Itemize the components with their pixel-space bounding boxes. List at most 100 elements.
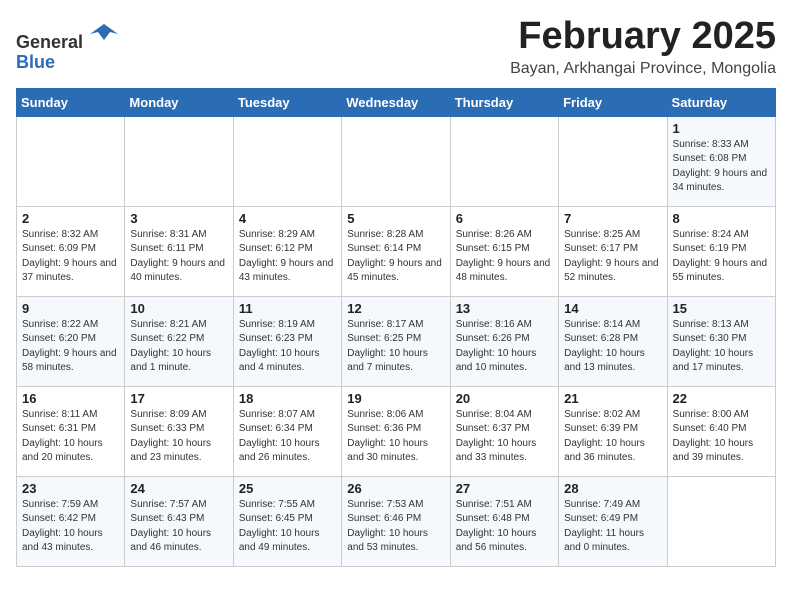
calendar-week-row: 23 Sunrise: 7:59 AM Sunset: 6:42 PM Dayli…: [17, 476, 776, 566]
day-number: 1: [673, 121, 770, 136]
day-info: Sunrise: 8:02 AM Sunset: 6:39 PM Dayligh…: [564, 408, 661, 466]
calendar-day-cell: 6Sunrise: 8:26 AM Sunset: 6:15 PM Daylig…: [450, 206, 558, 296]
calendar-day-cell: 16 Sunrise: 8:11 AM Sunset: 6:31 PM Dayli…: [17, 386, 125, 476]
calendar-day-cell: 27 Sunrise: 7:51 AM Sunset: 6:48 PM Dayli…: [450, 476, 558, 566]
logo-blue: Blue: [16, 52, 55, 72]
calendar-day-cell: 2 Sunrise: 8:32 AM Sunset: 6:09 PM Daylig…: [17, 206, 125, 296]
page-header: General Blue February 2025 Bayan, Arkhan…: [16, 16, 776, 78]
day-number: 26: [347, 481, 444, 496]
calendar-day-cell: 23 Sunrise: 7:59 AM Sunset: 6:42 PM Dayli…: [17, 476, 125, 566]
day-number: 5: [347, 211, 444, 226]
calendar-day-cell: [450, 116, 558, 206]
calendar-week-row: 16 Sunrise: 8:11 AM Sunset: 6:31 PM Dayli…: [17, 386, 776, 476]
day-info: Sunrise: 8:19 AM Sunset: 6:23 PM Dayligh…: [239, 318, 336, 376]
day-info: Sunrise: 8:00 AM Sunset: 6:40 PM Dayligh…: [673, 408, 770, 466]
calendar-day-cell: 22 Sunrise: 8:00 AM Sunset: 6:40 PM Dayli…: [667, 386, 775, 476]
calendar-week-row: 9 Sunrise: 8:22 AM Sunset: 6:20 PM Daylig…: [17, 296, 776, 386]
calendar-day-cell: 18 Sunrise: 8:07 AM Sunset: 6:34 PM Dayli…: [233, 386, 341, 476]
day-number: 10: [130, 301, 227, 316]
calendar-day-cell: [342, 116, 450, 206]
day-number: 16: [22, 391, 119, 406]
calendar-header-row: SundayMondayTuesdayWednesdayThursdayFrid…: [17, 88, 776, 116]
calendar-day-cell: 25 Sunrise: 7:55 AM Sunset: 6:45 PM Dayli…: [233, 476, 341, 566]
calendar-week-row: 2 Sunrise: 8:32 AM Sunset: 6:09 PM Daylig…: [17, 206, 776, 296]
day-number: 4: [239, 211, 336, 226]
day-info: Sunrise: 7:57 AM Sunset: 6:43 PM Dayligh…: [130, 498, 227, 556]
calendar-day-cell: 28Sunrise: 7:49 AM Sunset: 6:49 PM Dayli…: [559, 476, 667, 566]
calendar-day-cell: [667, 476, 775, 566]
calendar-header-cell: Wednesday: [342, 88, 450, 116]
day-info: Sunrise: 8:26 AM Sunset: 6:15 PM Dayligh…: [456, 228, 553, 286]
day-info: Sunrise: 8:11 AM Sunset: 6:31 PM Dayligh…: [22, 408, 119, 466]
day-info: Sunrise: 8:25 AM Sunset: 6:17 PM Dayligh…: [564, 228, 661, 286]
day-info: Sunrise: 8:17 AM Sunset: 6:25 PM Dayligh…: [347, 318, 444, 376]
day-info: Sunrise: 8:22 AM Sunset: 6:20 PM Dayligh…: [22, 318, 119, 376]
calendar-day-cell: 26 Sunrise: 7:53 AM Sunset: 6:46 PM Dayli…: [342, 476, 450, 566]
day-number: 28: [564, 481, 661, 496]
day-info: Sunrise: 8:14 AM Sunset: 6:28 PM Dayligh…: [564, 318, 661, 376]
calendar-day-cell: 9 Sunrise: 8:22 AM Sunset: 6:20 PM Daylig…: [17, 296, 125, 386]
calendar-header-cell: Sunday: [17, 88, 125, 116]
day-info: Sunrise: 8:28 AM Sunset: 6:14 PM Dayligh…: [347, 228, 444, 286]
day-number: 9: [22, 301, 119, 316]
calendar-day-cell: 10 Sunrise: 8:21 AM Sunset: 6:22 PM Dayli…: [125, 296, 233, 386]
day-info: Sunrise: 8:29 AM Sunset: 6:12 PM Dayligh…: [239, 228, 336, 286]
day-info: Sunrise: 7:55 AM Sunset: 6:45 PM Dayligh…: [239, 498, 336, 556]
day-number: 25: [239, 481, 336, 496]
day-info: Sunrise: 8:13 AM Sunset: 6:30 PM Dayligh…: [673, 318, 770, 376]
calendar-header-cell: Thursday: [450, 88, 558, 116]
day-number: 27: [456, 481, 553, 496]
day-info: Sunrise: 7:51 AM Sunset: 6:48 PM Dayligh…: [456, 498, 553, 556]
day-number: 22: [673, 391, 770, 406]
calendar-day-cell: 12 Sunrise: 8:17 AM Sunset: 6:25 PM Dayli…: [342, 296, 450, 386]
day-number: 20: [456, 391, 553, 406]
day-info: Sunrise: 8:06 AM Sunset: 6:36 PM Dayligh…: [347, 408, 444, 466]
day-info: Sunrise: 8:33 AM Sunset: 6:08 PM Dayligh…: [673, 138, 770, 196]
day-number: 18: [239, 391, 336, 406]
calendar-header-cell: Saturday: [667, 88, 775, 116]
title-block: February 2025 Bayan, Arkhangai Province,…: [510, 16, 776, 78]
calendar-day-cell: 3Sunrise: 8:31 AM Sunset: 6:11 PM Daylig…: [125, 206, 233, 296]
day-info: Sunrise: 8:21 AM Sunset: 6:22 PM Dayligh…: [130, 318, 227, 376]
day-number: 7: [564, 211, 661, 226]
calendar-day-cell: 19 Sunrise: 8:06 AM Sunset: 6:36 PM Dayli…: [342, 386, 450, 476]
calendar-day-cell: 11 Sunrise: 8:19 AM Sunset: 6:23 PM Dayli…: [233, 296, 341, 386]
day-number: 12: [347, 301, 444, 316]
day-info: Sunrise: 8:09 AM Sunset: 6:33 PM Dayligh…: [130, 408, 227, 466]
calendar-day-cell: 15 Sunrise: 8:13 AM Sunset: 6:30 PM Dayli…: [667, 296, 775, 386]
calendar-day-cell: 14 Sunrise: 8:14 AM Sunset: 6:28 PM Dayli…: [559, 296, 667, 386]
day-info: Sunrise: 8:04 AM Sunset: 6:37 PM Dayligh…: [456, 408, 553, 466]
day-info: Sunrise: 8:07 AM Sunset: 6:34 PM Dayligh…: [239, 408, 336, 466]
day-number: 19: [347, 391, 444, 406]
day-number: 17: [130, 391, 227, 406]
calendar-day-cell: 20 Sunrise: 8:04 AM Sunset: 6:37 PM Dayli…: [450, 386, 558, 476]
calendar-day-cell: 24Sunrise: 7:57 AM Sunset: 6:43 PM Dayli…: [125, 476, 233, 566]
calendar-day-cell: 7 Sunrise: 8:25 AM Sunset: 6:17 PM Daylig…: [559, 206, 667, 296]
day-number: 21: [564, 391, 661, 406]
day-number: 15: [673, 301, 770, 316]
day-info: Sunrise: 8:24 AM Sunset: 6:19 PM Dayligh…: [673, 228, 770, 286]
day-number: 2: [22, 211, 119, 226]
day-info: Sunrise: 7:59 AM Sunset: 6:42 PM Dayligh…: [22, 498, 119, 556]
day-info: Sunrise: 8:32 AM Sunset: 6:09 PM Dayligh…: [22, 228, 119, 286]
calendar-day-cell: 1 Sunrise: 8:33 AM Sunset: 6:08 PM Daylig…: [667, 116, 775, 206]
day-number: 8: [673, 211, 770, 226]
day-info: Sunrise: 7:53 AM Sunset: 6:46 PM Dayligh…: [347, 498, 444, 556]
calendar-header-cell: Tuesday: [233, 88, 341, 116]
calendar-day-cell: [233, 116, 341, 206]
day-info: Sunrise: 8:16 AM Sunset: 6:26 PM Dayligh…: [456, 318, 553, 376]
day-number: 23: [22, 481, 119, 496]
month-title: February 2025: [510, 16, 776, 58]
calendar-day-cell: 5 Sunrise: 8:28 AM Sunset: 6:14 PM Daylig…: [342, 206, 450, 296]
calendar-day-cell: 13Sunrise: 8:16 AM Sunset: 6:26 PM Dayli…: [450, 296, 558, 386]
calendar-day-cell: [17, 116, 125, 206]
day-number: 14: [564, 301, 661, 316]
calendar-header-cell: Monday: [125, 88, 233, 116]
calendar-header-cell: Friday: [559, 88, 667, 116]
day-number: 3: [130, 211, 227, 226]
logo-general: General: [16, 32, 83, 52]
calendar-day-cell: [125, 116, 233, 206]
calendar-day-cell: 4 Sunrise: 8:29 AM Sunset: 6:12 PM Daylig…: [233, 206, 341, 296]
day-number: 11: [239, 301, 336, 316]
calendar-table: SundayMondayTuesdayWednesdayThursdayFrid…: [16, 88, 776, 567]
